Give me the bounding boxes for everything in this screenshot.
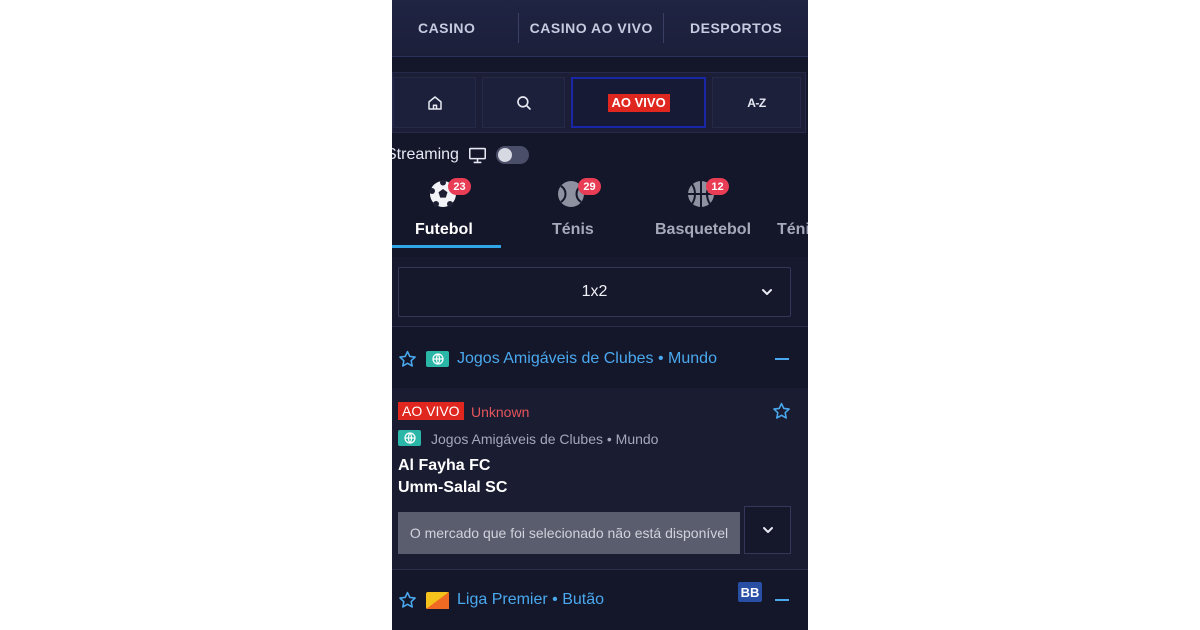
tab-label: Ténis [777, 221, 808, 238]
live-tag: AO VIVO [607, 93, 670, 112]
expand-markets-button[interactable] [744, 506, 791, 554]
tab-tenis[interactable]: 29 Ténis [522, 178, 622, 248]
star-icon[interactable] [398, 350, 417, 368]
tab-label: Basquetebol [655, 221, 752, 238]
market-select[interactable]: 1x2 [398, 267, 791, 317]
monitor-icon [468, 147, 486, 163]
league-header[interactable]: Liga Premier • Butão BB [392, 570, 808, 630]
divider [392, 326, 808, 327]
az-label: A-Z [747, 95, 766, 110]
match-card[interactable]: AO VIVO Unknown Jogos Amigáveis de Clube… [392, 388, 808, 569]
tab-label: Futebol [415, 221, 473, 238]
toggle-knob [497, 148, 512, 162]
league-title: Liga Premier • Butão [457, 591, 605, 608]
count-badge: 12 [706, 178, 729, 195]
collapse-icon[interactable] [775, 599, 789, 602]
star-icon[interactable] [772, 402, 791, 420]
search-button[interactable] [482, 77, 566, 128]
star-icon[interactable] [398, 591, 417, 609]
market-area: 1x2 [392, 257, 808, 327]
nav-casino-live[interactable]: CASINO AO VIVO [519, 13, 663, 43]
nav-casino[interactable]: CASINO [392, 13, 501, 43]
home-team: Al Fayha FC [398, 457, 491, 474]
home-button[interactable] [393, 77, 477, 128]
tab-label: Ténis [552, 221, 594, 238]
market-value: 1x2 [581, 283, 608, 300]
streaming-filter: Streaming [392, 145, 529, 165]
market-unavailable-message: O mercado que foi selecionado não está d… [398, 512, 740, 554]
az-button[interactable]: A-Z [711, 77, 801, 128]
live-button[interactable]: AO VIVO [571, 77, 706, 128]
league-title: Jogos Amigáveis de Clubes • Mundo [457, 350, 717, 367]
collapse-icon[interactable] [775, 358, 789, 361]
tab-futebol[interactable]: 23 Futebol [392, 178, 501, 248]
tab-tenis-mesa[interactable]: Ténis [777, 178, 808, 248]
chevron-down-icon [762, 289, 772, 295]
home-icon [427, 95, 442, 110]
tab-basquetebol[interactable]: 12 Basquetebol [647, 178, 767, 248]
globe-icon [426, 351, 449, 367]
quick-nav-bar: AO VIVO A-Z [392, 72, 806, 133]
match-status: Unknown [471, 404, 530, 420]
nav-sports[interactable]: DESPORTOS [664, 13, 808, 43]
away-team: Umm-Salal SC [398, 479, 508, 496]
live-tag: AO VIVO [398, 402, 464, 420]
bhutan-flag-icon [426, 591, 449, 609]
search-icon [516, 95, 531, 110]
bet-builder-badge: BB [738, 582, 762, 602]
match-league: Jogos Amigáveis de Clubes • Mundo [431, 431, 659, 447]
count-badge: 29 [578, 178, 601, 195]
streaming-toggle[interactable] [495, 146, 529, 164]
globe-icon [398, 430, 421, 446]
sportsbook-app: CASINO CASINO AO VIVO DESPORTOS AO VIVO … [392, 0, 808, 630]
count-badge: 23 [448, 178, 471, 195]
active-tab-indicator [392, 245, 501, 248]
league-header[interactable]: Jogos Amigáveis de Clubes • Mundo [392, 329, 808, 389]
chevron-down-icon [762, 527, 773, 533]
top-nav: CASINO CASINO AO VIVO DESPORTOS [392, 0, 808, 57]
streaming-label: Streaming [392, 146, 459, 163]
